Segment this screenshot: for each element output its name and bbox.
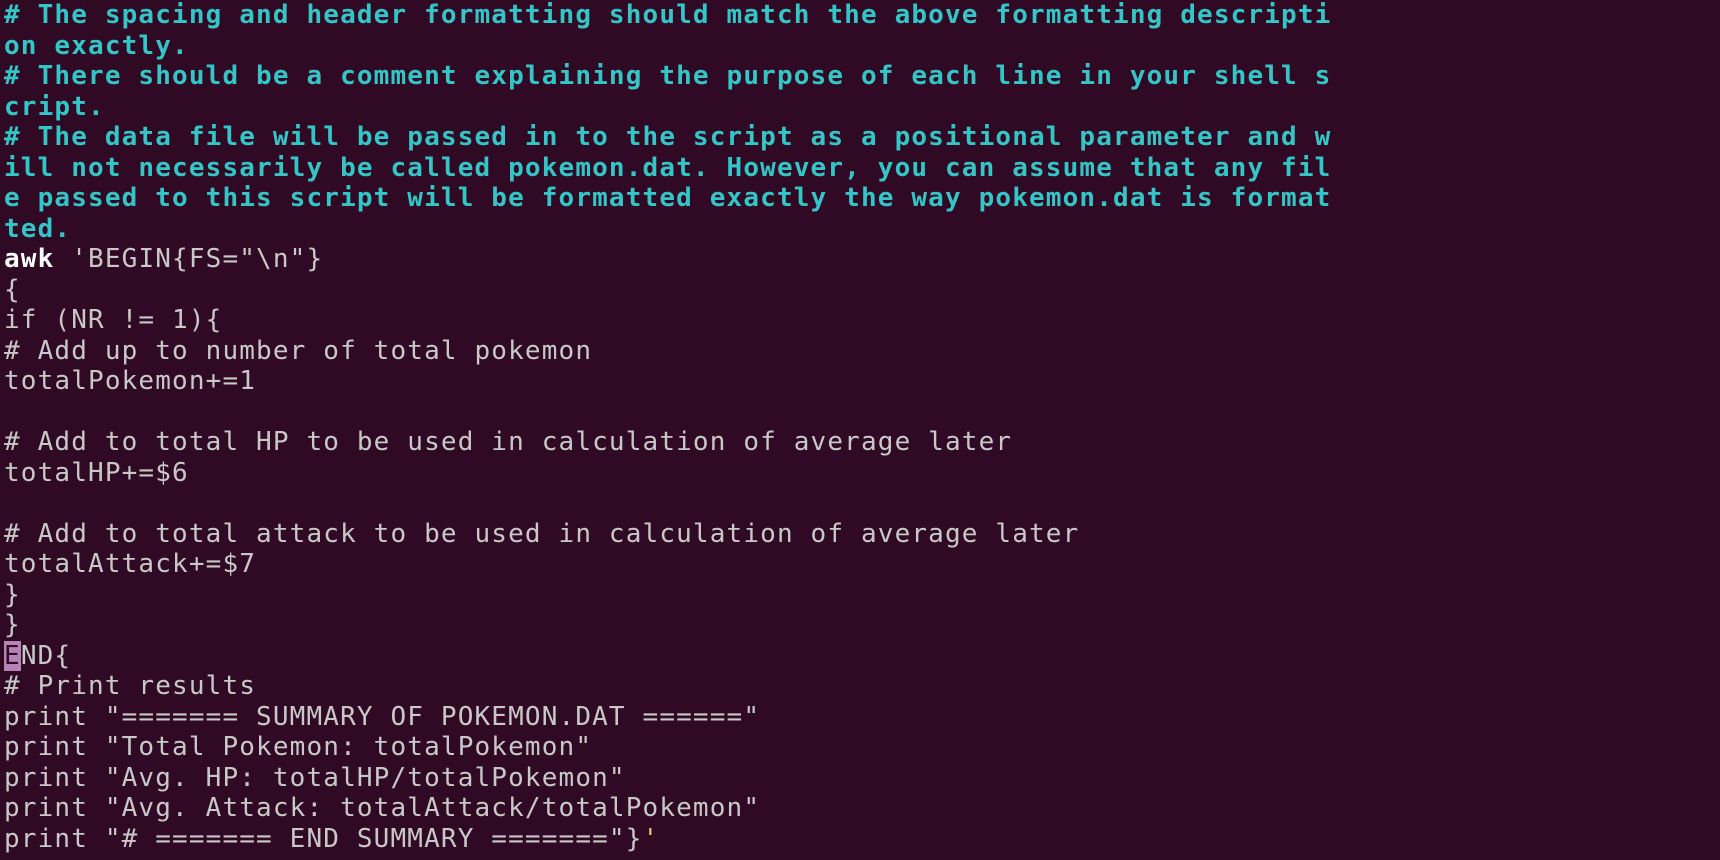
code-comment-line: # Add to total attack to be used in calc… (4, 518, 1080, 549)
text-cursor[interactable]: E (4, 640, 21, 671)
code-line: print "Avg. Attack: totalAttack/totalPok… (4, 793, 761, 823)
comment-line: ted. (4, 213, 72, 244)
comment-line: e passed to this script will be formatte… (4, 183, 1332, 213)
code-line: { (4, 274, 21, 305)
code-comment-line: # Add up to number of total pokemon (4, 335, 593, 366)
code-line: } (4, 610, 21, 640)
end-block-text: ND{ (20, 640, 72, 671)
comment-line: on exactly. (4, 30, 189, 61)
code-line: } (4, 579, 21, 610)
terminal-window[interactable]: # The spacing and header formatting shou… (0, 0, 1720, 860)
code-line: print "======= SUMMARY OF POKEMON.DAT ==… (4, 701, 761, 732)
awk-command: awk (4, 244, 55, 274)
code-line-awk: awk 'BEGIN{FS="\n"} (4, 244, 1720, 275)
code-line: print "Avg. HP: totalHP/totalPokemon" (4, 762, 626, 793)
last-print-text: print "# ======= END SUMMARY ======="} (4, 823, 643, 854)
code-line: totalPokemon+=1 (4, 366, 257, 396)
closing-quote: ' (642, 823, 660, 854)
code-line: print "Total Pokemon: totalPokemon" (4, 732, 593, 762)
comment-line: cript. (4, 91, 105, 122)
comment-line: # The spacing and header formatting shou… (4, 0, 1332, 30)
code-comment-line: # Add to total HP to be used in calculat… (4, 427, 1013, 457)
code-line: if (NR != 1){ (4, 305, 223, 335)
comment-line: ill not necessarily be called pokemon.da… (4, 152, 1332, 183)
awk-begin-block: 'BEGIN{FS="\n"} (54, 244, 324, 274)
code-line-last: print "# ======= END SUMMARY ======="}' (4, 824, 1720, 855)
code-comment-line: # Print results (4, 671, 257, 701)
comment-line: # The data file will be passed in to the… (4, 122, 1332, 152)
code-line: totalAttack+=$7 (4, 549, 257, 579)
comment-line: # There should be a comment explaining t… (4, 61, 1332, 91)
code-line-end: END{ (4, 640, 1720, 672)
code-line: totalHP+=$6 (4, 457, 189, 488)
